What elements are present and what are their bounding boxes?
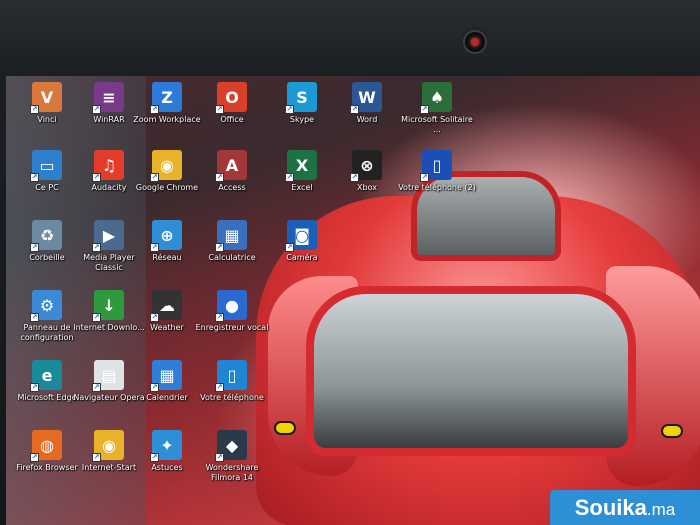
desktop-icon-label: Calculatrice bbox=[208, 253, 256, 262]
shortcut-arrow-icon: ↗ bbox=[150, 453, 159, 462]
shortcut-arrow-icon: ↗ bbox=[92, 313, 101, 322]
shortcut-arrow-icon: ↗ bbox=[350, 105, 359, 114]
watermark-tld: .ma bbox=[646, 500, 676, 519]
phone-icon: ▯ ↗ bbox=[420, 150, 452, 182]
desktop-icon[interactable]: ● ↗ Enregistreur vocal bbox=[193, 290, 271, 354]
desktop-icon[interactable]: ▦ ↗ Calculatrice bbox=[193, 220, 271, 284]
desktop-icon[interactable]: ♠ ↗ Microsoft Solitaire ... bbox=[398, 82, 476, 146]
desktop-icon-label: Caméra bbox=[286, 253, 318, 262]
voice-recorder-icon: ● ↗ bbox=[215, 290, 247, 322]
shortcut-arrow-icon: ↗ bbox=[30, 313, 39, 322]
desktop-icon-label: Votre téléphone (2) bbox=[398, 183, 476, 192]
shortcut-arrow-icon: ↗ bbox=[92, 105, 101, 114]
desktop-icon-label: Enregistreur vocal bbox=[195, 323, 269, 332]
access-icon: A ↗ bbox=[215, 150, 247, 182]
computer-icon: ▭ ↗ bbox=[30, 150, 62, 182]
desktop-icon-label: Office bbox=[220, 115, 244, 124]
desktop-icon-label: Wondershare Filmora 14 bbox=[205, 463, 259, 482]
winrar-icon: ≡ ↗ bbox=[92, 82, 124, 114]
shortcut-arrow-icon: ↗ bbox=[30, 173, 39, 182]
desktop-icon-label: Access bbox=[218, 183, 246, 192]
desktop-icon[interactable]: ⊗ ↗ Xbox bbox=[328, 150, 406, 214]
xbox-icon: ⊗ ↗ bbox=[350, 150, 382, 182]
desktop-icon[interactable]: ◙ ↗ Caméra bbox=[263, 220, 341, 284]
shortcut-arrow-icon: ↗ bbox=[285, 173, 294, 182]
shortcut-arrow-icon: ↗ bbox=[30, 453, 39, 462]
watermark-name: Souika bbox=[574, 495, 647, 520]
shortcut-arrow-icon: ↗ bbox=[215, 105, 224, 114]
souika-watermark: Souika.ma bbox=[550, 490, 700, 525]
shortcut-arrow-icon: ↗ bbox=[150, 173, 159, 182]
desktop-icon-label: Xbox bbox=[357, 183, 377, 192]
shortcut-arrow-icon: ↗ bbox=[150, 383, 159, 392]
shortcut-arrow-icon: ↗ bbox=[30, 383, 39, 392]
desktop-icon[interactable]: ▯ ↗ Votre téléphone (2) bbox=[398, 150, 476, 214]
chrome-icon: ◉ ↗ bbox=[92, 430, 124, 462]
wallpaper-car-windshield bbox=[306, 286, 636, 456]
camera-icon: ◙ ↗ bbox=[285, 220, 317, 252]
shortcut-arrow-icon: ↗ bbox=[92, 173, 101, 182]
shortcut-arrow-icon: ↗ bbox=[150, 313, 159, 322]
desktop-icon-label: Word bbox=[356, 115, 378, 124]
shortcut-arrow-icon: ↗ bbox=[150, 105, 159, 114]
filmora-icon: ◆ ↗ bbox=[215, 430, 247, 462]
desktop-icon[interactable]: O ↗ Office bbox=[193, 82, 271, 146]
shortcut-arrow-icon: ↗ bbox=[30, 105, 39, 114]
weather-icon: ☁ ↗ bbox=[150, 290, 182, 322]
calendar-icon: ▦ ↗ bbox=[150, 360, 182, 392]
tips-icon: ✦ ↗ bbox=[150, 430, 182, 462]
shortcut-arrow-icon: ↗ bbox=[285, 105, 294, 114]
shortcut-arrow-icon: ↗ bbox=[150, 243, 159, 252]
firefox-icon: ◍ ↗ bbox=[30, 430, 62, 462]
webcam bbox=[463, 30, 487, 54]
idm-icon: ↓ ↗ bbox=[92, 290, 124, 322]
audacity-icon: ♫ ↗ bbox=[92, 150, 124, 182]
shortcut-arrow-icon: ↗ bbox=[215, 453, 224, 462]
shortcut-arrow-icon: ↗ bbox=[350, 173, 359, 182]
shortcut-arrow-icon: ↗ bbox=[215, 383, 224, 392]
skype-icon: S ↗ bbox=[285, 82, 317, 114]
shortcut-arrow-icon: ↗ bbox=[30, 243, 39, 252]
shortcut-arrow-icon: ↗ bbox=[215, 243, 224, 252]
office-icon: O ↗ bbox=[215, 82, 247, 114]
chrome-icon: ◉ ↗ bbox=[150, 150, 182, 182]
shortcut-arrow-icon: ↗ bbox=[92, 453, 101, 462]
desktop-icon[interactable]: ◆ ↗ Wondershare Filmora 14 bbox=[193, 430, 271, 494]
shortcut-arrow-icon: ↗ bbox=[285, 243, 294, 252]
shortcut-arrow-icon: ↗ bbox=[215, 313, 224, 322]
recycle-bin-icon: ♻ ↗ bbox=[30, 220, 62, 252]
wallpaper-car-badge-right bbox=[661, 424, 683, 438]
zoom-icon: Z ↗ bbox=[150, 82, 182, 114]
shortcut-arrow-icon: ↗ bbox=[92, 243, 101, 252]
solitaire-icon: ♠ ↗ bbox=[420, 82, 452, 114]
opera-file-icon: ▤ ↗ bbox=[92, 360, 124, 392]
desktop-icon[interactable]: W ↗ Word bbox=[328, 82, 406, 146]
shortcut-arrow-icon: ↗ bbox=[92, 383, 101, 392]
media-player-icon: ▶ ↗ bbox=[92, 220, 124, 252]
desktop-icon-label: Microsoft Solitaire ... bbox=[401, 115, 473, 134]
desktop-icon-label: Votre téléphone bbox=[200, 393, 264, 402]
calculator-icon: ▦ ↗ bbox=[215, 220, 247, 252]
excel-icon: X ↗ bbox=[285, 150, 317, 182]
phone-icon: ▯ ↗ bbox=[215, 360, 247, 392]
desktop-icon[interactable]: ▯ ↗ Votre téléphone bbox=[193, 360, 271, 424]
edge-icon: e ↗ bbox=[30, 360, 62, 392]
shortcut-arrow-icon: ↗ bbox=[420, 105, 429, 114]
desktop-icon[interactable]: A ↗ Access bbox=[193, 150, 271, 214]
vinci-icon: V ↗ bbox=[30, 82, 62, 114]
wallpaper-car-badge-left bbox=[274, 421, 296, 435]
shortcut-arrow-icon: ↗ bbox=[215, 173, 224, 182]
shortcut-arrow-icon: ↗ bbox=[420, 173, 429, 182]
network-icon: ⊕ ↗ bbox=[150, 220, 182, 252]
word-icon: W ↗ bbox=[350, 82, 382, 114]
desktop-screen: V ↗ Vinci ≡ ↗ WinRAR Z ↗ Zoom Workplace O ↗ Office S… bbox=[6, 76, 700, 525]
control-panel-icon: ⚙ ↗ bbox=[30, 290, 62, 322]
